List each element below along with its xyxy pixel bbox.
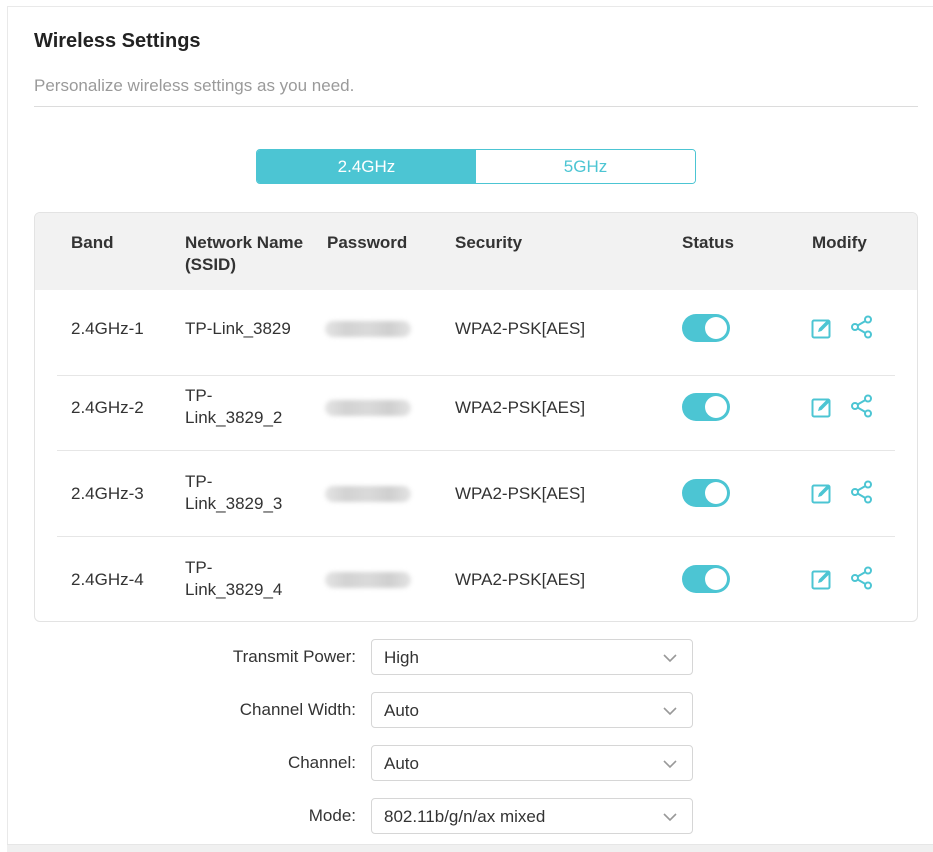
share-icon[interactable] [850, 480, 874, 504]
edit-icon[interactable] [810, 567, 834, 591]
row-security: WPA2-PSK[AES] [455, 484, 586, 503]
edit-icon[interactable] [810, 395, 834, 419]
table-row: 2.4GHz-1 TP-Link_3829 WPA2-PSK[AES] [35, 290, 917, 376]
transmit-power-select[interactable]: High [371, 639, 693, 675]
table-row: 2.4GHz-2 TP- Link_3829_2 WPA2-PSK[AES] [35, 365, 917, 451]
row-security: WPA2-PSK[AES] [455, 398, 586, 417]
status-toggle[interactable] [682, 393, 730, 421]
bottom-shade [7, 844, 933, 852]
header-ssid: Network Name (SSID) [185, 232, 303, 276]
tab-2-4ghz[interactable]: 2.4GHz [257, 150, 476, 183]
row-ssid-line2: Link_3829_3 [185, 494, 283, 513]
row-ssid: TP-Link_3829 [185, 318, 291, 340]
chevron-down-icon [663, 813, 677, 822]
table-header: Band Network Name (SSID) Password Securi… [35, 213, 917, 290]
password-masked [325, 486, 411, 502]
row-band: 2.4GHz-2 [71, 398, 144, 417]
row-band: 2.4GHz-4 [71, 570, 144, 589]
chevron-down-icon [663, 707, 677, 716]
password-masked [325, 572, 411, 588]
row-ssid-line1: TP-Link_3829 [185, 319, 291, 338]
divider [34, 106, 918, 107]
row-security: WPA2-PSK[AES] [455, 319, 586, 338]
password-masked [325, 321, 411, 337]
header-security: Security [455, 233, 523, 252]
page-subtitle: Personalize wireless settings as you nee… [34, 76, 355, 95]
row-ssid-line1: TP- [185, 558, 213, 577]
header-ssid-line1: Network Name [185, 233, 304, 252]
row-ssid-line2: Link_3829_2 [185, 408, 283, 427]
status-toggle[interactable] [682, 479, 730, 507]
share-icon[interactable] [850, 394, 874, 418]
row-ssid-line1: TP- [185, 472, 213, 491]
status-toggle[interactable] [682, 314, 730, 342]
header-band: Band [71, 233, 114, 252]
table-row: 2.4GHz-3 TP- Link_3829_3 WPA2-PSK[AES] [35, 451, 917, 537]
tab-5ghz[interactable]: 5GHz [476, 150, 695, 183]
share-icon[interactable] [850, 315, 874, 339]
row-ssid: TP- Link_3829_3 [185, 471, 282, 515]
status-toggle[interactable] [682, 565, 730, 593]
row-ssid-line2: Link_3829_4 [185, 580, 283, 599]
row-band: 2.4GHz-1 [71, 319, 144, 338]
share-icon[interactable] [850, 566, 874, 590]
row-ssid: TP- Link_3829_2 [185, 385, 282, 429]
row-ssid-line1: TP- [185, 386, 213, 405]
channel-label: Channel: [287, 753, 356, 772]
transmit-power-label: Transmit Power: [232, 647, 356, 666]
edit-icon[interactable] [810, 316, 834, 340]
chevron-down-icon [663, 760, 677, 769]
header-modify: Modify [812, 233, 867, 252]
mode-select[interactable]: 802.11b/g/n/ax mixed [371, 798, 693, 834]
edit-icon[interactable] [810, 481, 834, 505]
row-ssid: TP- Link_3829_4 [185, 557, 282, 601]
channel-select[interactable]: Auto [371, 745, 693, 781]
row-security: WPA2-PSK[AES] [455, 570, 586, 589]
band-toggle: 2.4GHz 5GHz [256, 149, 696, 184]
channel-width-value: Auto [384, 701, 419, 720]
transmit-power-value: High [384, 648, 419, 667]
page-title: Wireless Settings [34, 30, 201, 52]
wireless-network-table: Band Network Name (SSID) Password Securi… [34, 212, 918, 622]
chevron-down-icon [663, 654, 677, 663]
mode-label: Mode: [308, 806, 356, 825]
header-status: Status [682, 233, 734, 252]
password-masked [325, 400, 411, 416]
channel-value: Auto [384, 754, 419, 773]
header-password: Password [327, 233, 408, 252]
header-ssid-line2: (SSID) [185, 255, 236, 274]
mode-value: 802.11b/g/n/ax mixed [384, 807, 546, 826]
row-band: 2.4GHz-3 [71, 484, 144, 503]
channel-width-select[interactable]: Auto [371, 692, 693, 728]
channel-width-label: Channel Width: [239, 700, 356, 719]
table-row: 2.4GHz-4 TP- Link_3829_4 WPA2-PSK[AES] [35, 537, 917, 621]
